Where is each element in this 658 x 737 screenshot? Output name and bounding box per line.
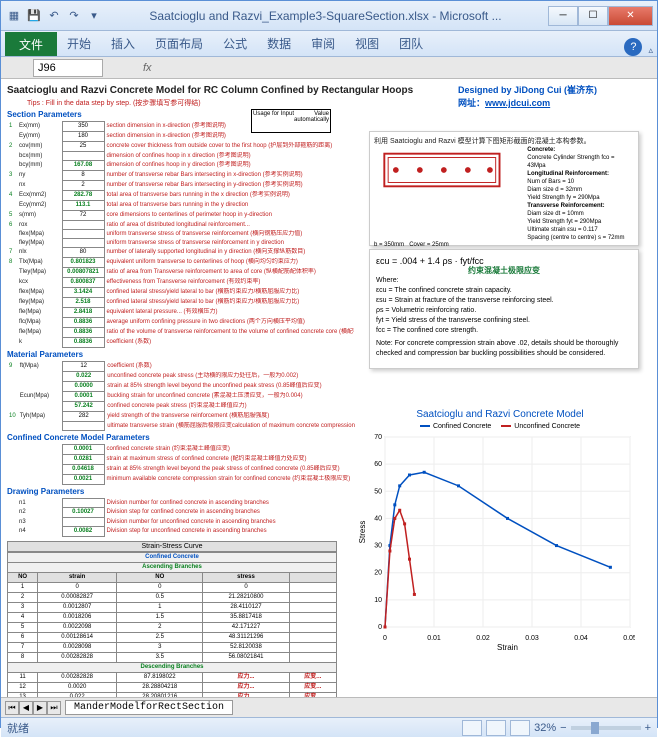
svg-text:0.03: 0.03 <box>525 635 539 642</box>
sheet-nav-first[interactable]: ⏮ <box>5 701 19 715</box>
svg-text:40: 40 <box>374 515 382 522</box>
sheet-nav-last[interactable]: ⏭ <box>47 701 61 715</box>
tab-formulas[interactable]: 公式 <box>213 31 257 56</box>
close-button[interactable]: ✕ <box>608 6 653 26</box>
name-box[interactable] <box>33 59 103 77</box>
sheet-tab-bar: ⏮ ◀ ▶ ⏭ ManderModelforRectSection <box>1 697 657 717</box>
svg-text:50: 50 <box>374 488 382 495</box>
usage-legend-box: Usage for InputValue automatically <box>251 109 331 133</box>
tab-data[interactable]: 数据 <box>257 31 301 56</box>
file-tab[interactable]: 文件 <box>5 32 57 56</box>
svg-text:0.02: 0.02 <box>476 635 490 642</box>
svg-text:0.01: 0.01 <box>427 635 441 642</box>
tab-review[interactable]: 审阅 <box>301 31 345 56</box>
save-icon[interactable]: 💾 <box>25 7 43 25</box>
sheet-nav-prev[interactable]: ◀ <box>19 701 33 715</box>
equation-box: εcu = .004 + 1.4 ρs · fyt/fcc 约束混凝土极限应变 … <box>369 249 639 369</box>
ribbon-tabs: 文件 开始 插入 页面布局 公式 数据 审阅 视图 团队 ? ▵ <box>1 31 657 57</box>
redo-icon[interactable]: ↷ <box>65 7 83 25</box>
sheet-tab-active[interactable]: ManderModelforRectSection <box>65 700 233 715</box>
svg-text:0: 0 <box>378 624 382 631</box>
window-title: Saatcioglu and Razvi_Example3-SquareSect… <box>103 9 548 23</box>
svg-text:0: 0 <box>383 635 387 642</box>
tab-team[interactable]: 团队 <box>389 31 433 56</box>
quick-access-toolbar: ▦ 💾 ↶ ↷ ▾ <box>5 7 103 25</box>
svg-text:0.05: 0.05 <box>623 635 635 642</box>
section-parameters-table: 1Ex(mm)350section dimension in x-directi… <box>7 121 354 348</box>
ribbon-minimize-icon[interactable]: ▵ <box>648 45 653 56</box>
maximize-button[interactable]: ☐ <box>578 6 608 26</box>
svg-text:10: 10 <box>374 596 382 603</box>
website-link[interactable]: www.jdcui.com <box>485 98 550 108</box>
svg-text:20: 20 <box>374 569 382 576</box>
svg-text:Strain: Strain <box>497 643 518 652</box>
qat-dropdown-icon[interactable]: ▾ <box>85 7 103 25</box>
svg-text:30: 30 <box>374 542 382 549</box>
fx-label[interactable]: fx <box>143 62 152 74</box>
strain-stress-header: Strain-Stress Curve <box>7 541 337 552</box>
stress-strain-chart: Saatcioglu and Razvi Concrete Model Conf… <box>355 409 645 669</box>
cross-section-diagram <box>374 146 523 194</box>
undo-icon[interactable]: ↶ <box>45 7 63 25</box>
excel-icon[interactable]: ▦ <box>5 7 23 25</box>
tab-layout[interactable]: 页面布局 <box>145 31 213 56</box>
chart-svg: 0 0.01 0.02 0.03 0.04 0.05 0 10 20 30 40 50 60 70 Stra… <box>355 432 635 652</box>
material-parameters-table: 9ft(Mpa)12coefficient (系数)0.022unconfine… <box>7 361 355 431</box>
confined-curve-table: Confined ConcreteAscending BranchesNOstr… <box>7 552 337 697</box>
status-bar: 就绪 32% − + <box>1 717 657 737</box>
title-bar: ▦ 💾 ↶ ↷ ▾ Saatcioglu and Razvi_Example3-… <box>1 1 657 31</box>
confined-parameters-table: 0.0001confined concrete strain (约束混凝土峰值应… <box>7 444 352 485</box>
minimize-button[interactable]: ─ <box>548 6 578 26</box>
section-diagram-box: 利用 Saatcioglu and Razvi 模型计算下图矩形截面的混凝土本构… <box>369 131 639 246</box>
sheet-nav-next[interactable]: ▶ <box>33 701 47 715</box>
worksheet-area[interactable]: Saatcioglu and Razvi Concrete Model for … <box>1 79 657 697</box>
tab-insert[interactable]: 插入 <box>101 31 145 56</box>
svg-text:Stress: Stress <box>358 520 367 543</box>
help-icon[interactable]: ? <box>624 38 642 56</box>
tab-view[interactable]: 视图 <box>345 31 389 56</box>
designer-credit: Designed by JiDong Cui (崔济东) 网址：www.jdcu… <box>458 83 597 109</box>
svg-text:60: 60 <box>374 461 382 468</box>
svg-text:0.04: 0.04 <box>574 635 588 642</box>
drawing-parameters-table: n1Division number for confined concrete … <box>7 498 278 537</box>
tab-home[interactable]: 开始 <box>57 31 101 56</box>
svg-text:70: 70 <box>374 434 382 441</box>
formula-bar: fx <box>1 57 657 79</box>
